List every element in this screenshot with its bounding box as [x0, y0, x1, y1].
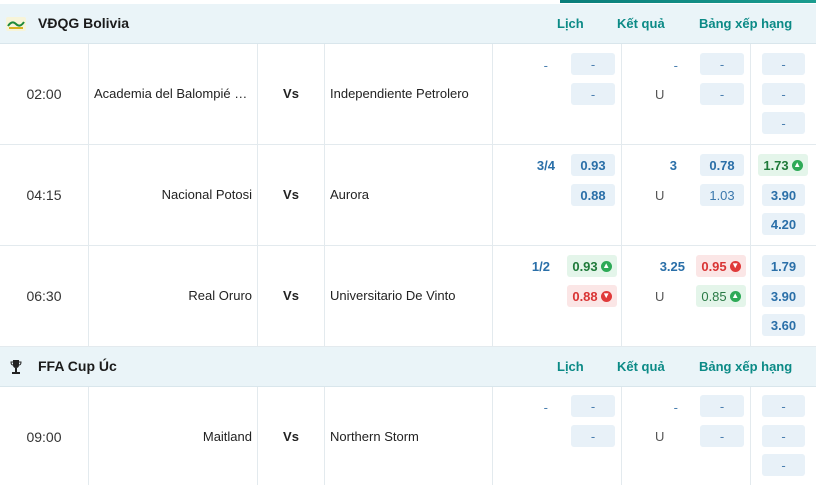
over-odds[interactable]: -: [700, 395, 744, 417]
over-under-line: 3: [669, 158, 677, 173]
odds-1[interactable]: -: [762, 53, 805, 75]
handicap-home-odds[interactable]: -: [571, 395, 615, 417]
home-team[interactable]: Academia del Balompié Boliviano: [94, 86, 252, 101]
handicap-home-odds[interactable]: 0.93 ▲: [567, 255, 617, 277]
arrow-up-icon: ▲: [729, 290, 741, 302]
standings-link[interactable]: Bảng xếp hạng: [699, 359, 792, 374]
away-team[interactable]: Northern Storm: [330, 429, 490, 444]
odds-2[interactable]: 3.60: [762, 314, 805, 336]
under-odds[interactable]: 0.85 ▲: [696, 285, 746, 307]
handicap-line: -: [543, 400, 548, 415]
odds-value: 0.85: [701, 288, 727, 304]
odds-value: 1.73: [763, 157, 789, 173]
under-odds[interactable]: 1.03: [700, 184, 744, 206]
league-name[interactable]: FFA Cup Úc: [38, 358, 117, 374]
league-logo-icon: [6, 17, 26, 31]
match-time: 09:00: [26, 429, 62, 445]
odds-x[interactable]: -: [762, 425, 805, 447]
handicap-away-odds[interactable]: 0.88 ▼: [567, 285, 617, 307]
odds-1[interactable]: 1.79: [762, 255, 805, 277]
handicap-line: 3/4: [536, 158, 555, 173]
schedule-link[interactable]: Lịch: [557, 359, 584, 374]
away-team[interactable]: Universitario De Vinto: [330, 288, 490, 303]
over-odds[interactable]: 0.78: [700, 154, 744, 176]
over-under-line: -: [673, 58, 678, 73]
standings-link[interactable]: Bảng xếp hạng: [699, 16, 792, 31]
odds-1[interactable]: 1.73 ▲: [758, 154, 808, 176]
over-odds[interactable]: 0.95 ▼: [696, 255, 746, 277]
under-odds[interactable]: -: [700, 425, 744, 447]
over-odds[interactable]: -: [700, 53, 744, 75]
odds-x[interactable]: -: [762, 83, 805, 105]
vs-label: Vs: [283, 86, 299, 101]
home-team[interactable]: Nacional Potosi: [94, 187, 252, 202]
odds-x[interactable]: 3.90: [762, 285, 805, 307]
odds-value: 0.88: [572, 288, 598, 304]
over-under-line: -: [673, 400, 678, 415]
vs-label: Vs: [283, 429, 299, 444]
under-odds[interactable]: -: [700, 83, 744, 105]
under-label: U: [655, 429, 665, 444]
match-row[interactable]: 04:15 Nacional Potosi Vs Aurora 3/4 0.93…: [0, 145, 816, 246]
odds-1[interactable]: -: [762, 395, 805, 417]
under-label: U: [655, 188, 665, 203]
match-time: 06:30: [26, 288, 62, 304]
arrow-down-icon: ▼: [600, 290, 612, 302]
match-time: 04:15: [26, 187, 62, 203]
home-team[interactable]: Real Oruro: [94, 288, 252, 303]
match-row[interactable]: 06:30 Real Oruro Vs Universitario De Vin…: [0, 246, 816, 347]
league-name[interactable]: VĐQG Bolivia: [38, 15, 129, 31]
top-accent-bar: [560, 0, 816, 3]
schedule-link[interactable]: Lịch: [557, 16, 584, 31]
odds-x[interactable]: 3.90: [762, 184, 805, 206]
odds-2[interactable]: 4.20: [762, 213, 805, 235]
results-link[interactable]: Kết quả: [617, 16, 665, 31]
arrow-up-icon: ▲: [600, 260, 612, 272]
odds-2[interactable]: -: [762, 454, 805, 476]
results-link[interactable]: Kết quả: [617, 359, 665, 374]
match-row[interactable]: 09:00 Maitland Vs Northern Storm - - - -…: [0, 387, 816, 485]
vs-label: Vs: [283, 187, 299, 202]
handicap-away-odds[interactable]: 0.88: [571, 184, 615, 206]
league-header: VĐQG Bolivia Lịch Kết quả Bảng xếp hạng: [0, 4, 816, 44]
vs-label: Vs: [283, 288, 299, 303]
handicap-home-odds[interactable]: -: [571, 53, 615, 75]
handicap-home-odds[interactable]: 0.93: [571, 154, 615, 176]
over-under-line: 3.25: [659, 259, 685, 274]
handicap-away-odds[interactable]: -: [571, 83, 615, 105]
under-label: U: [655, 87, 665, 102]
league-header: FFA Cup Úc Lịch Kết quả Bảng xếp hạng: [0, 347, 816, 387]
match-time: 02:00: [26, 86, 62, 102]
handicap-line: -: [543, 58, 548, 73]
away-team[interactable]: Aurora: [330, 187, 490, 202]
match-row[interactable]: 02:00 Academia del Balompié Boliviano Vs…: [0, 44, 816, 145]
odds-value: 0.95: [701, 258, 727, 274]
under-label: U: [655, 289, 665, 304]
cup-trophy-icon: [10, 360, 22, 374]
handicap-line: 1/2: [531, 259, 550, 274]
odds-2[interactable]: -: [762, 112, 805, 134]
odds-value: 0.93: [572, 258, 598, 274]
arrow-down-icon: ▼: [729, 260, 741, 272]
handicap-away-odds[interactable]: -: [571, 425, 615, 447]
home-team[interactable]: Maitland: [94, 429, 252, 444]
away-team[interactable]: Independiente Petrolero: [330, 86, 490, 101]
arrow-up-icon: ▲: [791, 159, 803, 171]
